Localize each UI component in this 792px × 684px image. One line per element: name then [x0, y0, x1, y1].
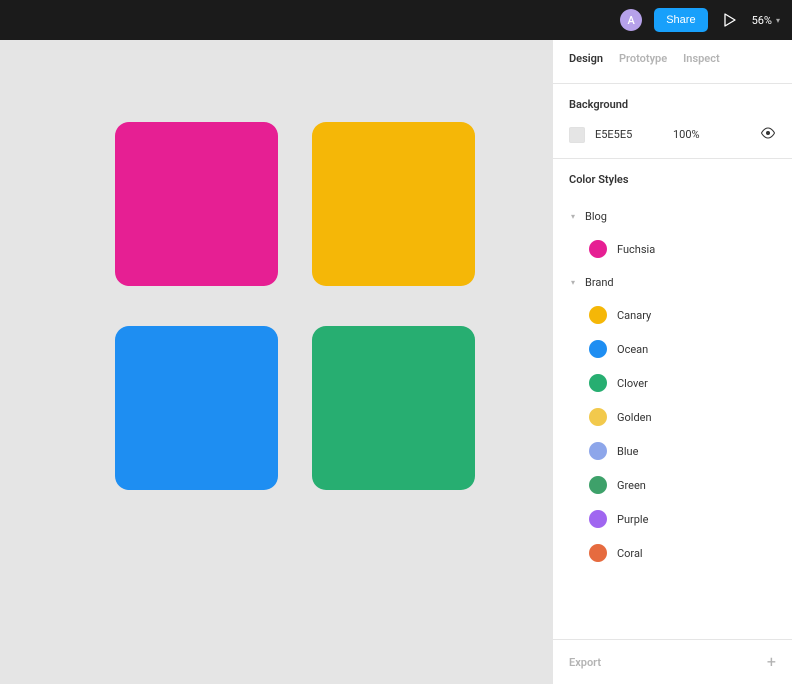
chevron-down-icon: ▾	[776, 16, 780, 25]
canvas[interactable]	[0, 40, 552, 684]
color-style[interactable]: Clover	[569, 366, 776, 400]
background-hex[interactable]: E5E5E5	[595, 128, 655, 141]
color-styles-list: ▾ Blog Fuchsia ▾ Brand Canary Ocean Clover Golde…	[569, 200, 776, 570]
inspector-panel: Design Prototype Inspect Background E5E5E5…	[552, 40, 792, 684]
main: Design Prototype Inspect Background E5E5E5…	[0, 40, 792, 684]
share-button[interactable]: Share	[654, 8, 707, 32]
color-swatch-icon	[589, 476, 607, 494]
panel-tab[interactable]: Prototype	[619, 52, 667, 75]
color-group-name: Brand	[585, 276, 614, 289]
export-title: Export	[569, 656, 601, 669]
color-swatch-icon	[589, 544, 607, 562]
color-style-name: Blue	[617, 445, 638, 458]
color-style-name: Canary	[617, 309, 651, 322]
panel-tab[interactable]: Design	[569, 52, 603, 75]
export-section: Export +	[553, 640, 792, 684]
present-icon[interactable]	[720, 9, 740, 31]
background-section: Background E5E5E5 100%	[553, 84, 792, 159]
color-style[interactable]: Green	[569, 468, 776, 502]
color-swatch-icon	[589, 374, 607, 392]
visibility-toggle-icon[interactable]	[760, 125, 776, 144]
add-export-icon[interactable]: +	[767, 654, 776, 670]
zoom-value: 56%	[752, 14, 772, 27]
avatar-letter: A	[628, 14, 635, 27]
color-swatch-icon	[589, 340, 607, 358]
canvas-shape[interactable]	[115, 122, 278, 286]
color-styles-title: Color Styles	[569, 173, 776, 186]
color-style-name: Fuchsia	[617, 243, 655, 256]
topbar: A Share 56% ▾	[0, 0, 792, 40]
color-style[interactable]: Fuchsia	[569, 232, 776, 266]
background-opacity[interactable]: 100%	[673, 128, 713, 141]
color-style-name: Coral	[617, 547, 643, 560]
canvas-shape[interactable]	[312, 326, 475, 490]
color-style-name: Green	[617, 479, 646, 492]
avatar[interactable]: A	[620, 9, 642, 31]
color-style-name: Ocean	[617, 343, 648, 356]
color-style-name: Clover	[617, 377, 648, 390]
color-style[interactable]: Purple	[569, 502, 776, 536]
background-swatch[interactable]	[569, 127, 585, 143]
caret-down-icon: ▾	[569, 212, 577, 221]
color-styles-section: Color Styles ▾ Blog Fuchsia ▾ Brand Canary Oce…	[553, 159, 792, 640]
color-style-name: Purple	[617, 513, 648, 526]
background-title: Background	[569, 98, 776, 111]
panel-tabs: Design Prototype Inspect	[553, 40, 792, 84]
color-swatch-icon	[589, 240, 607, 258]
color-group[interactable]: ▾ Blog	[569, 200, 776, 232]
canvas-shape[interactable]	[115, 326, 278, 490]
color-swatch-icon	[589, 306, 607, 324]
color-swatch-icon	[589, 442, 607, 460]
color-swatch-icon	[589, 408, 607, 426]
color-style[interactable]: Coral	[569, 536, 776, 570]
panel-tab[interactable]: Inspect	[683, 52, 720, 75]
color-style-name: Golden	[617, 411, 652, 424]
canvas-shape[interactable]	[312, 122, 475, 286]
color-swatch-icon	[589, 510, 607, 528]
color-group[interactable]: ▾ Brand	[569, 266, 776, 298]
color-style[interactable]: Canary	[569, 298, 776, 332]
color-style[interactable]: Ocean	[569, 332, 776, 366]
color-style[interactable]: Blue	[569, 434, 776, 468]
caret-down-icon: ▾	[569, 278, 577, 287]
color-style[interactable]: Golden	[569, 400, 776, 434]
background-row[interactable]: E5E5E5 100%	[569, 125, 776, 144]
zoom-dropdown[interactable]: 56% ▾	[752, 14, 780, 27]
color-group-name: Blog	[585, 210, 607, 223]
